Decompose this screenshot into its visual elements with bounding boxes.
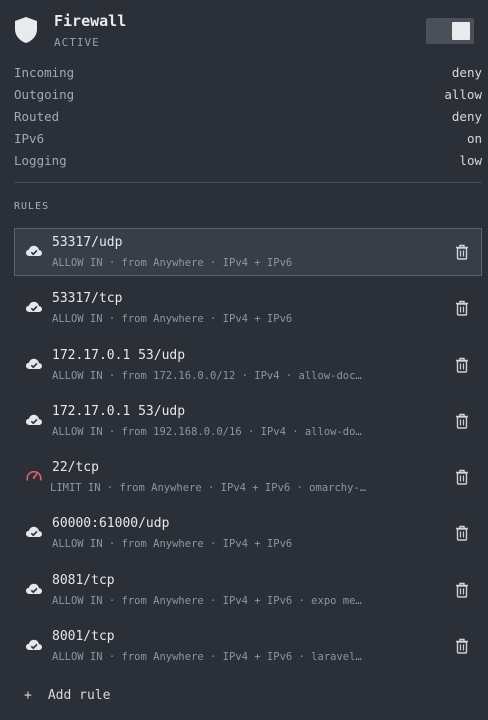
- rule-title: 60000:61000/udp: [52, 516, 170, 532]
- rule-title: 8001/tcp: [52, 629, 115, 645]
- rule-row[interactable]: 22/tcp LIMIT IN · from Anywhere · IPv4 +…: [14, 453, 482, 501]
- rule-details: ALLOW IN · from Anywhere · IPv4 + IPv6 ·…: [52, 594, 362, 607]
- rule-details: ALLOW IN · from Anywhere · IPv4 + IPv6: [52, 313, 293, 326]
- cloud-check-icon: [25, 356, 43, 372]
- rules-section-label: RULES: [14, 201, 50, 212]
- property-key: IPv6: [14, 131, 45, 146]
- property-row: IPv6 on: [14, 128, 482, 150]
- rule-row[interactable]: 53317/udp ALLOW IN · from Anywhere · IPv…: [14, 228, 482, 276]
- rule-title: 53317/udp: [52, 235, 123, 250]
- property-key: Incoming: [14, 65, 75, 80]
- property-row: Incoming deny: [14, 62, 482, 84]
- property-value: low: [459, 153, 482, 168]
- trash-icon[interactable]: [455, 357, 469, 373]
- firewall-header: Firewall ACTIVE: [14, 12, 474, 52]
- trash-icon[interactable]: [455, 638, 469, 654]
- cloud-check-icon: [25, 299, 43, 315]
- rule-title: 8081/tcp: [52, 572, 115, 588]
- page-title: Firewall: [54, 12, 127, 30]
- rule-details: ALLOW IN · from Anywhere · IPv4 + IPv6: [52, 257, 293, 269]
- trash-icon[interactable]: [455, 525, 469, 542]
- rule-details: ALLOW IN · from 192.168.0.0/16 · IPv4 · …: [52, 425, 362, 438]
- rule-row[interactable]: 8001/tcp ALLOW IN · from Anywhere · IPv4…: [14, 622, 482, 670]
- trash-icon[interactable]: [455, 300, 469, 316]
- cloud-check-icon: [25, 243, 43, 259]
- rule-row[interactable]: 172.17.0.1 53/udp ALLOW IN · from 172.16…: [14, 341, 482, 389]
- property-row: Logging low: [14, 150, 482, 172]
- rule-details: ALLOW IN · from Anywhere · IPv4 + IPv6: [52, 538, 293, 551]
- cloud-check-icon: [25, 412, 43, 428]
- cloud-check-icon: [25, 581, 43, 597]
- rule-title: 172.17.0.1 53/udp: [52, 403, 186, 419]
- rule-details: ALLOW IN · from 172.16.0.0/12 · IPv4 · a…: [52, 369, 362, 382]
- cloud-check-icon: [25, 524, 43, 540]
- add-rule-label: Add rule: [47, 688, 111, 703]
- plus-icon: +: [24, 688, 32, 703]
- properties-list: Incoming deny Outgoing allow Routed deny IP…: [14, 62, 482, 172]
- divider: [14, 182, 482, 183]
- property-key: Logging: [14, 153, 67, 168]
- property-value: on: [466, 131, 482, 146]
- shield-icon: [15, 17, 37, 43]
- rule-row[interactable]: 8081/tcp ALLOW IN · from Anywhere · IPv4…: [14, 566, 482, 614]
- trash-icon[interactable]: [455, 582, 469, 598]
- property-row: Routed deny: [14, 106, 482, 128]
- speedometer-icon: [25, 468, 43, 484]
- rule-details: ALLOW IN · from Anywhere · IPv4 + IPv6 ·…: [52, 651, 362, 664]
- rules-list: 53317/udp ALLOW IN · from Anywhere · IPv…: [14, 228, 482, 678]
- rule-row[interactable]: 60000:61000/udp ALLOW IN · from Anywhere…: [14, 509, 482, 557]
- rule-title: 22/tcp: [52, 460, 99, 476]
- property-row: Outgoing allow: [14, 84, 482, 106]
- property-key: Outgoing: [14, 87, 75, 102]
- cloud-check-icon: [25, 637, 43, 653]
- rule-row[interactable]: 172.17.0.1 53/udp ALLOW IN · from 192.16…: [14, 397, 482, 445]
- rule-title: 53317/tcp: [52, 291, 123, 307]
- add-rule-button[interactable]: + Add rule: [24, 688, 110, 703]
- toggle-knob: [452, 22, 470, 40]
- trash-icon[interactable]: [455, 469, 469, 485]
- trash-icon[interactable]: [455, 244, 469, 260]
- trash-icon[interactable]: [455, 413, 469, 429]
- property-value: deny: [451, 109, 482, 124]
- rule-title: 172.17.0.1 53/udp: [52, 347, 186, 363]
- property-value: deny: [451, 65, 482, 80]
- status-text: ACTIVE: [54, 36, 100, 49]
- firewall-toggle[interactable]: [426, 18, 474, 44]
- rule-details: LIMIT IN · from Anywhere · IPv4 + IPv6 ·…: [50, 482, 367, 495]
- property-value: allow: [444, 87, 482, 102]
- property-key: Routed: [14, 109, 60, 124]
- rule-row[interactable]: 53317/tcp ALLOW IN · from Anywhere · IPv…: [14, 284, 482, 332]
